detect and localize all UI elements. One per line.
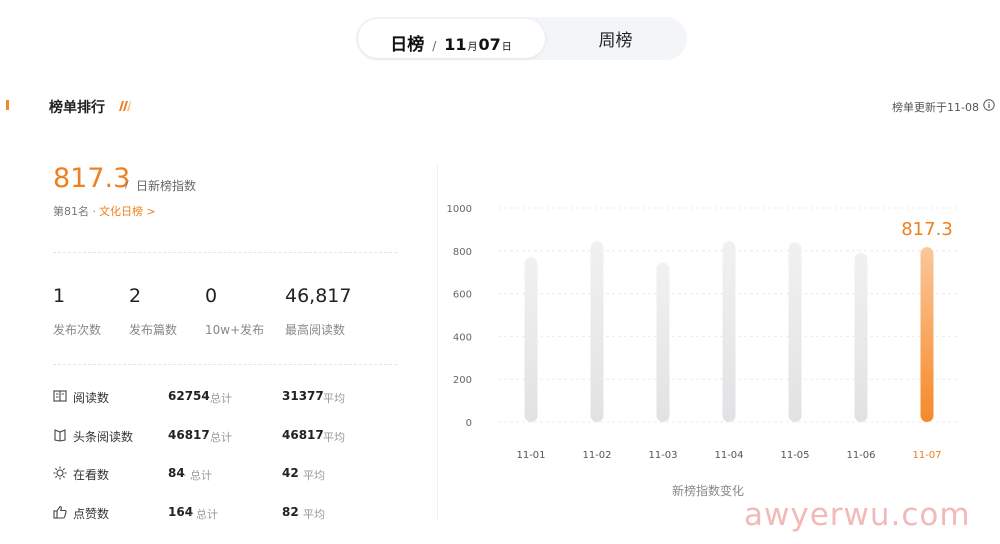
tab-weekly[interactable]: 周榜 — [546, 19, 685, 58]
max-reads-label: 最高阅读数 — [285, 323, 346, 337]
x-tick-label: 11-01 — [516, 450, 545, 461]
metric-total-label: · 总计 — [203, 392, 232, 405]
index-trend-chart: 0 200 400 600 800 1000 11-01 11-02 11-03 11-04 11-… — [447, 204, 960, 461]
metric-avg-label: · 平均 — [296, 508, 325, 521]
tab-daily-label: 日榜 — [390, 35, 425, 55]
index-score-label: 日新榜指数 — [136, 179, 197, 193]
10w-count-label: 10w+发布 — [205, 323, 265, 337]
thumbs-up-icon — [53, 505, 67, 519]
info-icon[interactable] — [983, 99, 995, 111]
max-reads-value: 46,817 — [285, 285, 352, 307]
metric-name-watching: 在看数 — [73, 468, 110, 482]
bar[interactable] — [524, 257, 538, 422]
y-tick-label: 200 — [453, 375, 472, 386]
chart-title: 新榜指数变化 — [672, 484, 745, 498]
y-tick-label: 400 — [453, 332, 472, 343]
tab-month-unit: 月 — [467, 42, 478, 53]
bar[interactable] — [788, 242, 802, 422]
metric-avg-label: · 平均 — [316, 431, 345, 444]
bar-value-label: 817.3 — [901, 219, 953, 240]
article-count-value: 2 — [129, 285, 142, 307]
bar[interactable] — [590, 241, 604, 422]
y-tick-label: 0 — [466, 418, 472, 429]
metric-total-label: · 总计 — [183, 469, 212, 482]
book-icon — [53, 390, 67, 402]
metric-total-label: · 总计 — [189, 508, 218, 521]
score-separator: / — [125, 178, 129, 191]
section-edge-marker — [6, 100, 9, 110]
ranking-period-tabs: 日榜 / 11 月 07 日 周榜 — [356, 17, 687, 60]
x-tick-label: 11-07 — [912, 450, 941, 461]
sun-icon — [53, 466, 67, 480]
index-score: 817.3 — [53, 163, 131, 194]
10w-count-value: 0 — [205, 285, 218, 307]
y-tick-label: 800 — [453, 247, 472, 258]
update-time: 榜单更新于11-08 — [892, 101, 979, 114]
bar[interactable] — [656, 262, 670, 422]
metric-avg-label: · 平均 — [316, 392, 345, 405]
x-tick-label: 11-02 — [582, 450, 611, 461]
divider — [53, 252, 397, 253]
category-rank-link[interactable]: 文化日榜 > — [99, 203, 156, 219]
bar[interactable] — [722, 241, 736, 422]
divider — [53, 364, 397, 365]
tab-separator: / — [432, 39, 437, 53]
metric-total-label: · 总计 — [203, 431, 232, 444]
article-count-label: 发布篇数 — [129, 323, 178, 337]
publish-count-value: 1 — [53, 285, 66, 307]
title-decoration-icon — [119, 101, 131, 111]
watermark-text: awyerwu.com — [744, 497, 971, 533]
tab-month: 11 — [444, 35, 467, 54]
tab-day: 07 — [478, 35, 501, 54]
publish-count-label: 发布次数 — [53, 323, 102, 337]
tab-day-unit: 日 — [501, 42, 512, 53]
y-tick-label: 600 — [453, 290, 472, 301]
metric-name-reads: 阅读数 — [73, 391, 110, 405]
column-divider — [437, 164, 438, 520]
metric-name-headline-reads: 头条阅读数 — [73, 430, 134, 444]
x-tick-label: 11-05 — [780, 450, 809, 461]
section-title: 榜单排行 — [49, 100, 105, 116]
y-tick-label: 1000 — [447, 204, 472, 215]
x-tick-label: 11-04 — [714, 450, 743, 461]
x-tick-label: 11-06 — [846, 450, 875, 461]
bar[interactable] — [854, 252, 868, 422]
x-tick-label: 11-03 — [648, 450, 677, 461]
bar-highlighted[interactable] — [920, 247, 934, 422]
metric-avg-label: · 平均 — [296, 469, 325, 482]
headline-book-icon — [54, 429, 66, 442]
rank-text: 第81名 · — [53, 205, 96, 218]
tab-daily[interactable]: 日榜 / 11 月 07 日 — [358, 19, 545, 58]
metric-name-likes: 点赞数 — [73, 507, 110, 521]
